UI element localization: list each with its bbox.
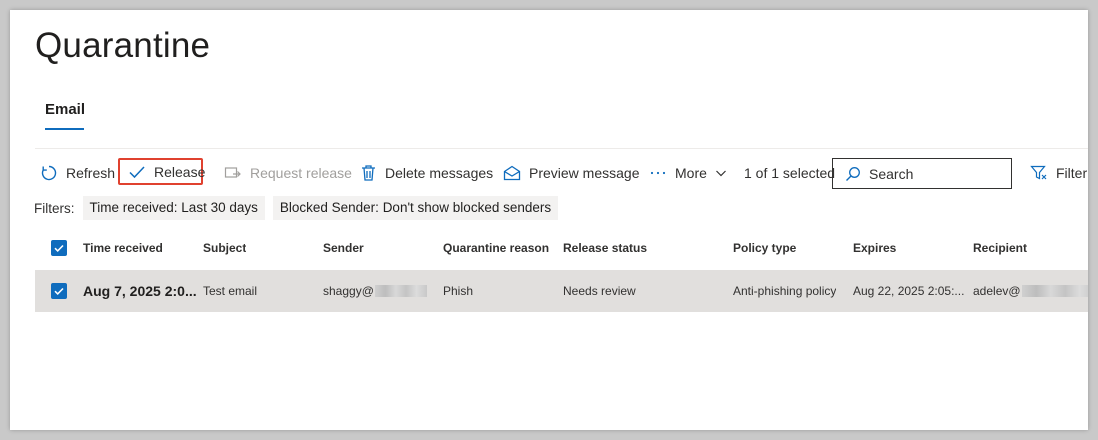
table-row[interactable]: Aug 7, 2025 2:0... Test email shaggy@ Ph… xyxy=(35,270,1088,312)
cell-subject: Test email xyxy=(203,284,258,298)
selection-count: 1 of 1 selected xyxy=(744,165,836,181)
preview-message-button[interactable]: Preview message xyxy=(503,158,640,188)
column-header-time-received[interactable]: Time received xyxy=(83,232,163,264)
column-header-quarantine-reason[interactable]: Quarantine reason xyxy=(443,232,549,264)
filter-chip-time-received[interactable]: Time received: Last 30 days xyxy=(82,196,265,220)
more-label: More xyxy=(675,165,707,181)
redacted-domain xyxy=(1021,285,1088,297)
search-input[interactable]: Search xyxy=(832,158,1012,189)
delete-messages-label: Delete messages xyxy=(385,165,494,181)
filter-button[interactable]: Filter xyxy=(1030,158,1087,188)
trash-icon xyxy=(362,165,375,181)
column-header-recipient[interactable]: Recipient xyxy=(973,232,1027,264)
page-title: Quarantine xyxy=(35,26,211,65)
search-placeholder: Search xyxy=(869,165,914,182)
filter-chip-blocked-sender[interactable]: Blocked Sender: Don't show blocked sende… xyxy=(272,196,559,220)
refresh-label: Refresh xyxy=(66,165,116,181)
redacted-domain xyxy=(374,285,427,297)
request-release-label: Request release xyxy=(250,165,352,181)
cell-release-status: Needs review xyxy=(563,284,636,298)
table-header: Time received Subject Sender Quarantine … xyxy=(35,232,1088,264)
more-icon xyxy=(650,171,666,175)
column-header-policy-type[interactable]: Policy type xyxy=(733,232,796,264)
filters-label: Filters: xyxy=(34,200,75,216)
delete-messages-button[interactable]: Delete messages xyxy=(360,158,493,188)
preview-message-label: Preview message xyxy=(529,165,640,181)
check-icon xyxy=(54,244,64,253)
release-label: Release xyxy=(154,164,206,180)
cell-expires: Aug 22, 2025 2:05:... xyxy=(853,284,965,298)
sender-text: shaggy@ xyxy=(323,284,374,298)
cell-recipient: adelev@ xyxy=(973,270,1088,312)
messages-table: Time received Subject Sender Quarantine … xyxy=(35,232,1088,312)
filters-bar: Filters: Time received: Last 30 days Blo… xyxy=(34,196,566,220)
chevron-down-icon xyxy=(715,170,726,177)
release-button[interactable]: Release xyxy=(128,157,205,187)
envelope-open-icon xyxy=(503,165,521,181)
request-release-button[interactable]: Request release xyxy=(224,158,352,188)
cell-sender: shaggy@ xyxy=(323,270,427,312)
divider xyxy=(35,148,1088,149)
column-header-subject[interactable]: Subject xyxy=(203,232,246,264)
tab-email-underline xyxy=(45,128,84,130)
recipient-text: adelev@ xyxy=(973,284,1021,298)
filter-chip-key: Time received: xyxy=(89,200,178,215)
checkmark-icon xyxy=(129,166,145,179)
filter-icon xyxy=(1030,165,1047,180)
toolbar: Refresh Release Request release Delete m… xyxy=(40,157,1088,189)
filter-label: Filter xyxy=(1056,165,1088,181)
column-header-sender[interactable]: Sender xyxy=(323,232,364,264)
filter-chip-value: Last 30 days xyxy=(181,200,258,215)
cell-time-received[interactable]: Aug 7, 2025 2:0... xyxy=(83,270,197,312)
check-icon xyxy=(54,287,64,296)
column-header-release-status[interactable]: Release status xyxy=(563,232,647,264)
search-icon xyxy=(846,166,860,181)
request-release-icon xyxy=(224,167,241,178)
filter-chip-value: Don't show blocked senders xyxy=(382,200,552,215)
select-all-checkbox[interactable] xyxy=(51,240,67,256)
refresh-icon xyxy=(41,165,57,181)
cell-quarantine-reason: Phish xyxy=(443,284,474,298)
quarantine-panel: Quarantine Email Refresh Release Request… xyxy=(10,10,1088,430)
filter-chip-key: Blocked Sender: xyxy=(279,200,379,215)
cell-policy-type: Anti-phishing policy xyxy=(733,284,837,298)
tab-email[interactable]: Email xyxy=(45,101,85,118)
column-header-expires[interactable]: Expires xyxy=(853,232,896,264)
refresh-button[interactable]: Refresh xyxy=(40,158,115,188)
row-checkbox[interactable] xyxy=(51,283,67,299)
more-button[interactable]: More xyxy=(649,158,727,188)
